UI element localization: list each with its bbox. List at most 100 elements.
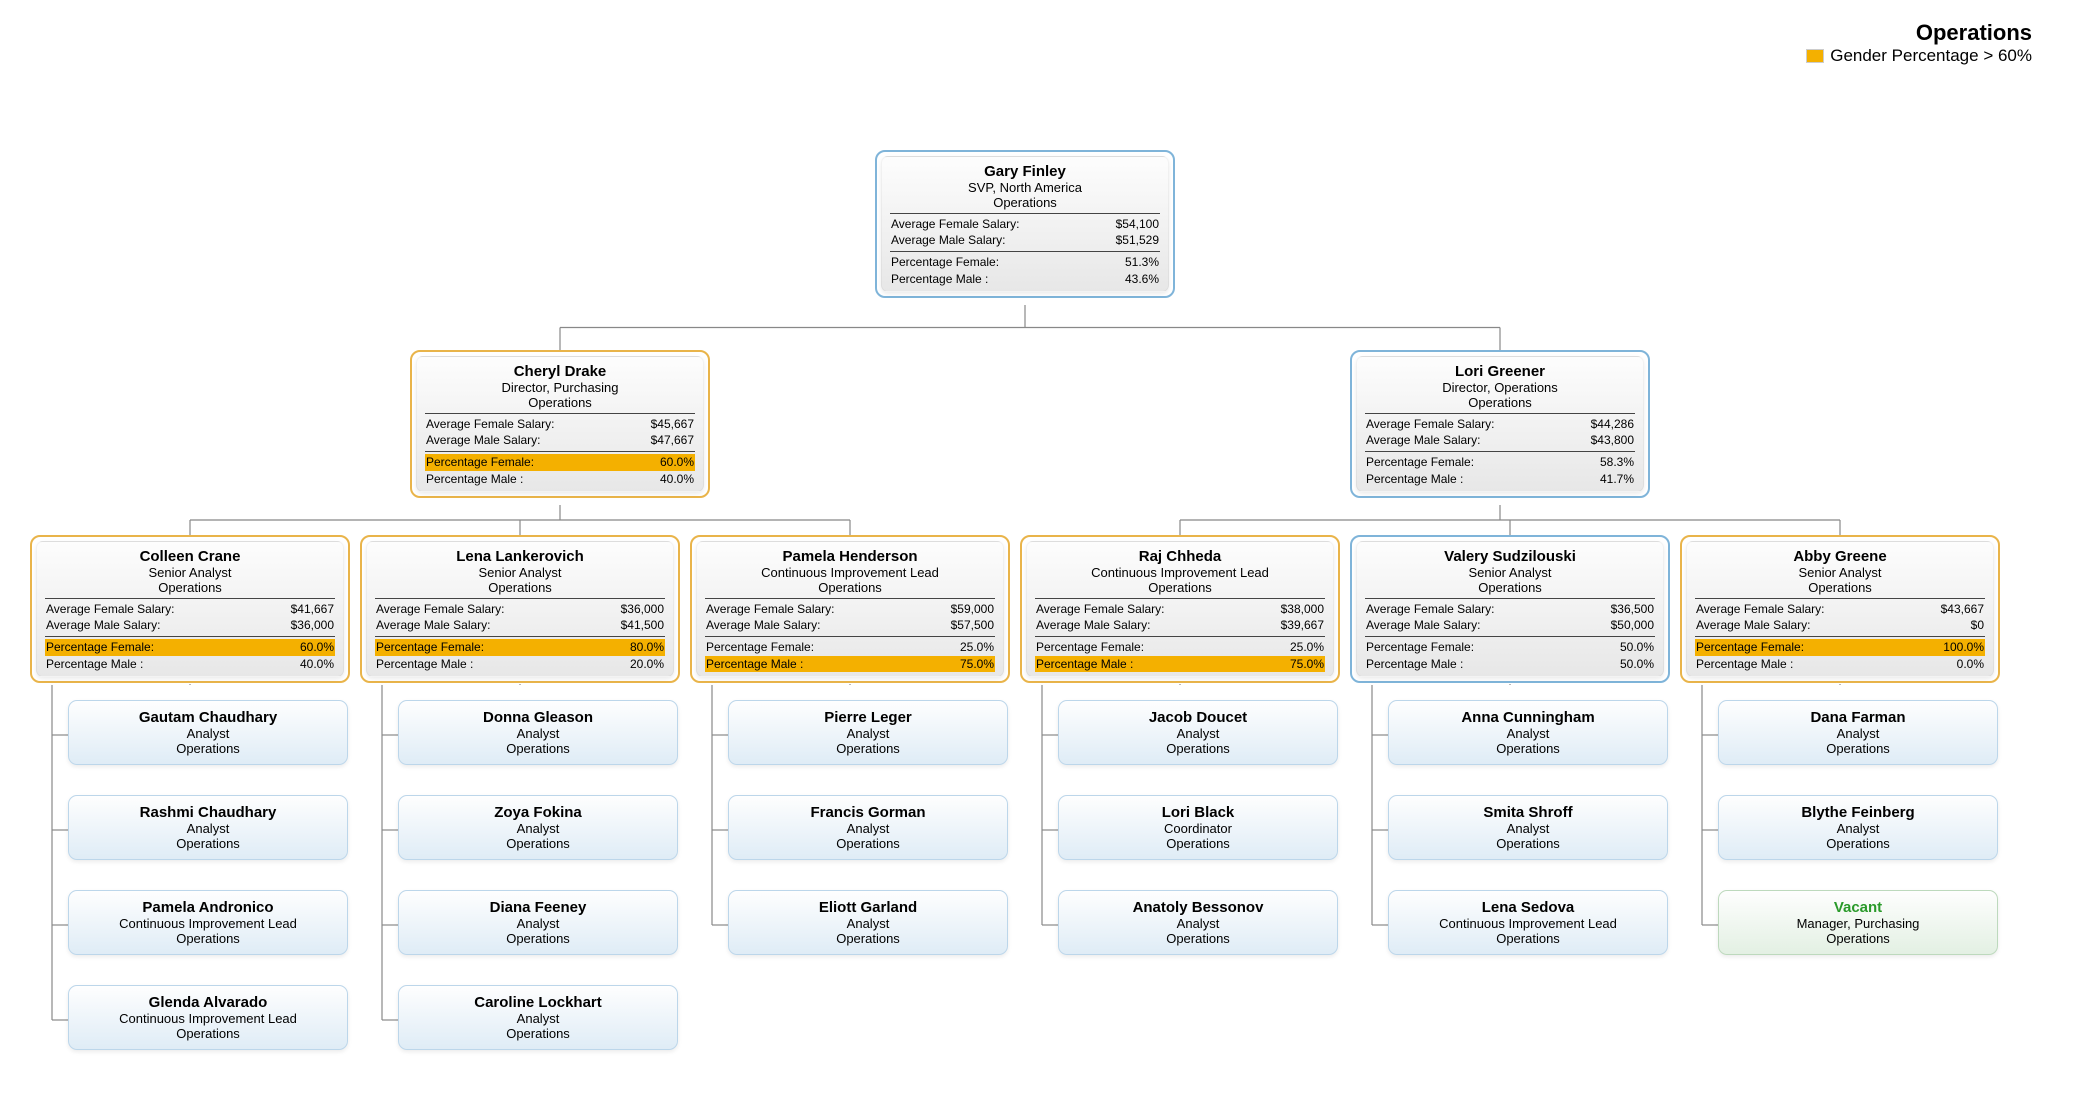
person-name: Blythe Feinberg bbox=[1729, 804, 1987, 821]
person-dept: Operations bbox=[79, 836, 337, 851]
org-leaf: Francis GormanAnalystOperations bbox=[728, 795, 1008, 860]
person-role: Senior Analyst bbox=[1695, 565, 1985, 580]
person-name: Glenda Alvarado bbox=[79, 994, 337, 1011]
person-dept: Operations bbox=[1399, 741, 1657, 756]
person-name: Pierre Leger bbox=[739, 709, 997, 726]
org-leaf: Jacob DoucetAnalystOperations bbox=[1058, 700, 1338, 765]
person-name: Anatoly Bessonov bbox=[1069, 899, 1327, 916]
person-name: Colleen Crane bbox=[45, 548, 335, 565]
person-role: Analyst bbox=[1729, 726, 1987, 741]
stat-row: Average Male Salary:$36,000 bbox=[45, 617, 335, 633]
legend: Gender Percentage > 60% bbox=[1806, 46, 2032, 66]
org-leaf: Pierre LegerAnalystOperations bbox=[728, 700, 1008, 765]
person-dept: Operations bbox=[425, 395, 695, 410]
person-name: Francis Gorman bbox=[739, 804, 997, 821]
person-role: Continuous Improvement Lead bbox=[705, 565, 995, 580]
person-name: Rashmi Chaudhary bbox=[79, 804, 337, 821]
person-dept: Operations bbox=[1069, 836, 1327, 851]
person-role: Continuous Improvement Lead bbox=[79, 916, 337, 931]
person-dept: Operations bbox=[1069, 931, 1327, 946]
person-name: Cheryl Drake bbox=[425, 363, 695, 380]
org-leaf: Rashmi ChaudharyAnalystOperations bbox=[68, 795, 348, 860]
org-leaf: Diana FeeneyAnalystOperations bbox=[398, 890, 678, 955]
person-role: Coordinator bbox=[1069, 821, 1327, 836]
org-node: Abby GreeneSenior AnalystOperations Avera… bbox=[1680, 535, 2000, 683]
org-leaf: Pamela AndronicoContinuous Improvement L… bbox=[68, 890, 348, 955]
stat-row: Average Male Salary:$0 bbox=[1695, 617, 1985, 633]
person-name: Raj Chheda bbox=[1035, 548, 1325, 565]
title-block: Operations Gender Percentage > 60% bbox=[1806, 20, 2032, 66]
stat-row: Average Female Salary:$43,667 bbox=[1695, 601, 1985, 617]
stat-row: Percentage Female:50.0% bbox=[1365, 639, 1655, 655]
person-dept: Operations bbox=[79, 741, 337, 756]
stat-row: Percentage Male :20.0% bbox=[375, 656, 665, 672]
org-leaf: Anatoly BessonovAnalystOperations bbox=[1058, 890, 1338, 955]
person-name: Abby Greene bbox=[1695, 548, 1985, 565]
stat-row: Percentage Female:25.0% bbox=[1035, 639, 1325, 655]
stat-row: Average Female Salary:$36,000 bbox=[375, 601, 665, 617]
person-role: Manager, Purchasing bbox=[1729, 916, 1987, 931]
person-role: Senior Analyst bbox=[45, 565, 335, 580]
org-node: Colleen CraneSenior AnalystOperations Ave… bbox=[30, 535, 350, 683]
person-name: Lena Lankerovich bbox=[375, 548, 665, 565]
stat-row: Average Male Salary:$39,667 bbox=[1035, 617, 1325, 633]
org-leaf: Gautam ChaudharyAnalystOperations bbox=[68, 700, 348, 765]
person-dept: Operations bbox=[1399, 836, 1657, 851]
person-dept: Operations bbox=[45, 580, 335, 595]
stat-row: Average Female Salary:$59,000 bbox=[705, 601, 995, 617]
org-leaf: Smita ShroffAnalystOperations bbox=[1388, 795, 1668, 860]
person-role: Analyst bbox=[79, 821, 337, 836]
stat-row: Percentage Male :50.0% bbox=[1365, 656, 1655, 672]
person-name: Lori Black bbox=[1069, 804, 1327, 821]
person-role: Analyst bbox=[409, 916, 667, 931]
person-role: Continuous Improvement Lead bbox=[79, 1011, 337, 1026]
org-leaf: Eliott GarlandAnalystOperations bbox=[728, 890, 1008, 955]
org-node: Gary FinleySVP, North AmericaOperationsA… bbox=[875, 150, 1175, 298]
stat-row: Average Male Salary:$43,800 bbox=[1365, 432, 1635, 448]
person-dept: Operations bbox=[739, 741, 997, 756]
stat-row: Average Male Salary:$47,667 bbox=[425, 432, 695, 448]
person-role: Analyst bbox=[79, 726, 337, 741]
person-dept: Operations bbox=[1365, 395, 1635, 410]
person-name: Gautam Chaudhary bbox=[79, 709, 337, 726]
org-node: Lori GreenerDirector, OperationsOperatio… bbox=[1350, 350, 1650, 498]
stat-row: Percentage Female:51.3% bbox=[890, 254, 1160, 270]
legend-swatch-icon bbox=[1806, 49, 1824, 63]
person-dept: Operations bbox=[1729, 741, 1987, 756]
person-role: Analyst bbox=[409, 1011, 667, 1026]
person-name: Gary Finley bbox=[890, 163, 1160, 180]
org-leaf: VacantManager, PurchasingOperations bbox=[1718, 890, 1998, 955]
person-name: Valery Sudzilouski bbox=[1365, 548, 1655, 565]
person-name: Dana Farman bbox=[1729, 709, 1987, 726]
person-name: Anna Cunningham bbox=[1399, 709, 1657, 726]
stat-row: Percentage Female:60.0% bbox=[425, 454, 695, 470]
person-name: Diana Feeney bbox=[409, 899, 667, 916]
person-role: Continuous Improvement Lead bbox=[1035, 565, 1325, 580]
person-role: Analyst bbox=[409, 726, 667, 741]
person-name: Eliott Garland bbox=[739, 899, 997, 916]
stat-row: Percentage Male :43.6% bbox=[890, 271, 1160, 287]
person-role: Analyst bbox=[739, 821, 997, 836]
page-title: Operations bbox=[1806, 20, 2032, 46]
person-dept: Operations bbox=[375, 580, 665, 595]
person-name: Caroline Lockhart bbox=[409, 994, 667, 1011]
person-dept: Operations bbox=[1695, 580, 1985, 595]
org-leaf: Donna GleasonAnalystOperations bbox=[398, 700, 678, 765]
stat-row: Average Female Salary:$44,286 bbox=[1365, 416, 1635, 432]
org-node: Lena LankerovichSenior AnalystOperations… bbox=[360, 535, 680, 683]
org-node: Cheryl DrakeDirector, PurchasingOperatio… bbox=[410, 350, 710, 498]
person-dept: Operations bbox=[1399, 931, 1657, 946]
stat-row: Percentage Female:100.0% bbox=[1695, 639, 1985, 655]
person-role: Continuous Improvement Lead bbox=[1399, 916, 1657, 931]
person-dept: Operations bbox=[409, 836, 667, 851]
org-leaf: Dana FarmanAnalystOperations bbox=[1718, 700, 1998, 765]
person-dept: Operations bbox=[1069, 741, 1327, 756]
person-name: Donna Gleason bbox=[409, 709, 667, 726]
person-dept: Operations bbox=[739, 836, 997, 851]
person-role: Director, Purchasing bbox=[425, 380, 695, 395]
org-node: Valery SudzilouskiSenior AnalystOperatio… bbox=[1350, 535, 1670, 683]
person-role: Analyst bbox=[1729, 821, 1987, 836]
legend-text: Gender Percentage > 60% bbox=[1830, 46, 2032, 66]
person-role: Director, Operations bbox=[1365, 380, 1635, 395]
person-dept: Operations bbox=[409, 741, 667, 756]
